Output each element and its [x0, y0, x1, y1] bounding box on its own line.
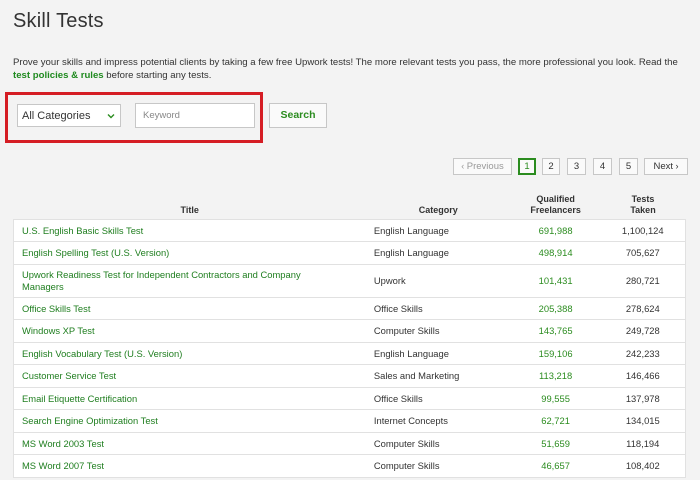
table-row: Office Skills Test Office Skills 205,388…	[13, 297, 686, 319]
test-title-link[interactable]: Customer Service Test	[14, 364, 366, 387]
test-title-link[interactable]: Email Etiquette Certification	[14, 387, 366, 409]
skill-tests-table: Title Category Qualified Freelancers Test…	[13, 188, 686, 478]
taken-header-line1: Tests	[631, 193, 655, 204]
category-select[interactable]: All Categories	[17, 104, 121, 127]
table-row: English Spelling Test (U.S. Version) Eng…	[13, 241, 686, 264]
test-title-link[interactable]: Office Skills Test	[14, 297, 366, 319]
column-header-title[interactable]: Title	[14, 188, 366, 219]
category-select-value: All Categories	[22, 110, 91, 122]
test-title-link[interactable]: English Spelling Test (U.S. Version)	[14, 241, 366, 264]
tests-taken-count: 146,466	[625, 370, 660, 381]
test-category: Internet Concepts	[373, 415, 448, 426]
test-title-link[interactable]: English Vocabulary Test (U.S. Version)	[14, 342, 366, 364]
chevron-right-icon: ›	[673, 161, 679, 171]
qualified-header-line2: Freelancers	[530, 204, 581, 215]
test-category: Upwork	[373, 275, 406, 286]
test-category: English Language	[373, 224, 449, 236]
page-title: Skill Tests	[13, 10, 104, 32]
qualified-freelancers-link[interactable]: 101,431	[511, 264, 601, 297]
table-header-row: Title Category Qualified Freelancers Test…	[14, 188, 686, 219]
qualified-freelancers-link[interactable]: 113,218	[511, 364, 601, 387]
table-row: Email Etiquette Certification Office Ski…	[13, 387, 686, 409]
tests-taken-count: 249,728	[625, 325, 660, 336]
qualified-freelancers-link[interactable]: 51,659	[511, 432, 601, 454]
qualified-header-line1: Qualified	[536, 193, 575, 204]
table-row: Windows XP Test Computer Skills 143,765 …	[13, 319, 686, 342]
intro-text: Prove your skills and impress potential …	[13, 57, 693, 82]
tests-taken-count: 242,233	[625, 347, 660, 359]
page-button-2[interactable]: 2	[542, 158, 560, 175]
test-title-link[interactable]: Upwork Readiness Test for Independent Co…	[14, 264, 366, 297]
tests-taken-count: 705,627	[625, 247, 660, 258]
next-label: Next	[653, 161, 674, 172]
qualified-freelancers-link[interactable]: 691,988	[511, 219, 601, 241]
column-header-tests-taken[interactable]: Tests Taken	[601, 188, 686, 219]
qualified-freelancers-link[interactable]: 159,106	[511, 342, 601, 364]
qualified-freelancers-link[interactable]: 46,657	[511, 454, 601, 477]
qualified-freelancers-link[interactable]: 99,555	[511, 387, 601, 409]
tests-taken-count: 278,624	[625, 302, 660, 314]
intro-text-start: Prove your skills and impress potential …	[13, 57, 678, 68]
previous-label: Previous	[466, 161, 504, 172]
test-category: Computer Skills	[373, 460, 440, 471]
test-policies-link[interactable]: test policies & rules	[13, 70, 104, 81]
page-button-3[interactable]: 3	[567, 158, 586, 175]
test-category: Computer Skills	[373, 325, 440, 336]
page-button-1[interactable]: 1	[518, 158, 536, 175]
table-row: MS Word 2007 Test Computer Skills 46,657…	[13, 454, 686, 477]
search-button[interactable]: Search	[269, 103, 327, 128]
taken-header-line2: Taken	[630, 204, 656, 215]
column-header-category[interactable]: Category	[366, 188, 511, 219]
test-category: Office Skills	[373, 302, 423, 314]
keyword-input[interactable]	[135, 103, 255, 128]
test-category: Office Skills	[373, 392, 423, 404]
qualified-freelancers-link[interactable]: 143,765	[511, 319, 601, 342]
table-row: Customer Service Test Sales and Marketin…	[13, 364, 686, 387]
tests-taken-count: 1,100,124	[621, 224, 664, 236]
table-row: Search Engine Optimization Test Internet…	[13, 409, 686, 432]
tests-taken-count: 134,015	[625, 415, 660, 426]
next-page-button[interactable]: Next ›	[644, 158, 688, 175]
qualified-freelancers-link[interactable]: 498,914	[511, 241, 601, 264]
page-button-5[interactable]: 5	[619, 158, 638, 175]
test-title-link[interactable]: Search Engine Optimization Test	[14, 409, 366, 432]
test-category: Computer Skills	[373, 437, 440, 449]
test-title-link[interactable]: MS Word 2003 Test	[14, 432, 366, 454]
test-category: English Language	[373, 347, 449, 359]
page-button-4[interactable]: 4	[593, 158, 612, 175]
test-title-link[interactable]: Windows XP Test	[14, 319, 366, 342]
previous-page-button[interactable]: ‹ Previous	[453, 158, 512, 175]
tests-taken-count: 137,978	[625, 392, 660, 404]
intro-text-end: before starting any tests.	[103, 69, 212, 81]
test-category: English Language	[373, 247, 449, 258]
test-category: Sales and Marketing	[373, 370, 460, 381]
test-title-link[interactable]: U.S. English Basic Skills Test	[14, 219, 366, 241]
table-row: U.S. English Basic Skills Test English L…	[13, 219, 686, 241]
tests-taken-count: 280,721	[625, 275, 660, 286]
qualified-freelancers-link[interactable]: 205,388	[511, 297, 601, 319]
qualified-freelancers-link[interactable]: 62,721	[511, 409, 601, 432]
test-title-link[interactable]: MS Word 2007 Test	[14, 454, 366, 477]
table-row: MS Word 2003 Test Computer Skills 51,659…	[13, 432, 686, 454]
table-row: English Vocabulary Test (U.S. Version) E…	[13, 342, 686, 364]
chevron-down-icon	[105, 110, 117, 122]
column-header-qualified-freelancers[interactable]: Qualified Freelancers	[511, 188, 601, 219]
tests-taken-count: 108,402	[625, 460, 660, 471]
tests-taken-count: 118,194	[626, 437, 660, 449]
table-row: Upwork Readiness Test for Independent Co…	[13, 264, 686, 297]
